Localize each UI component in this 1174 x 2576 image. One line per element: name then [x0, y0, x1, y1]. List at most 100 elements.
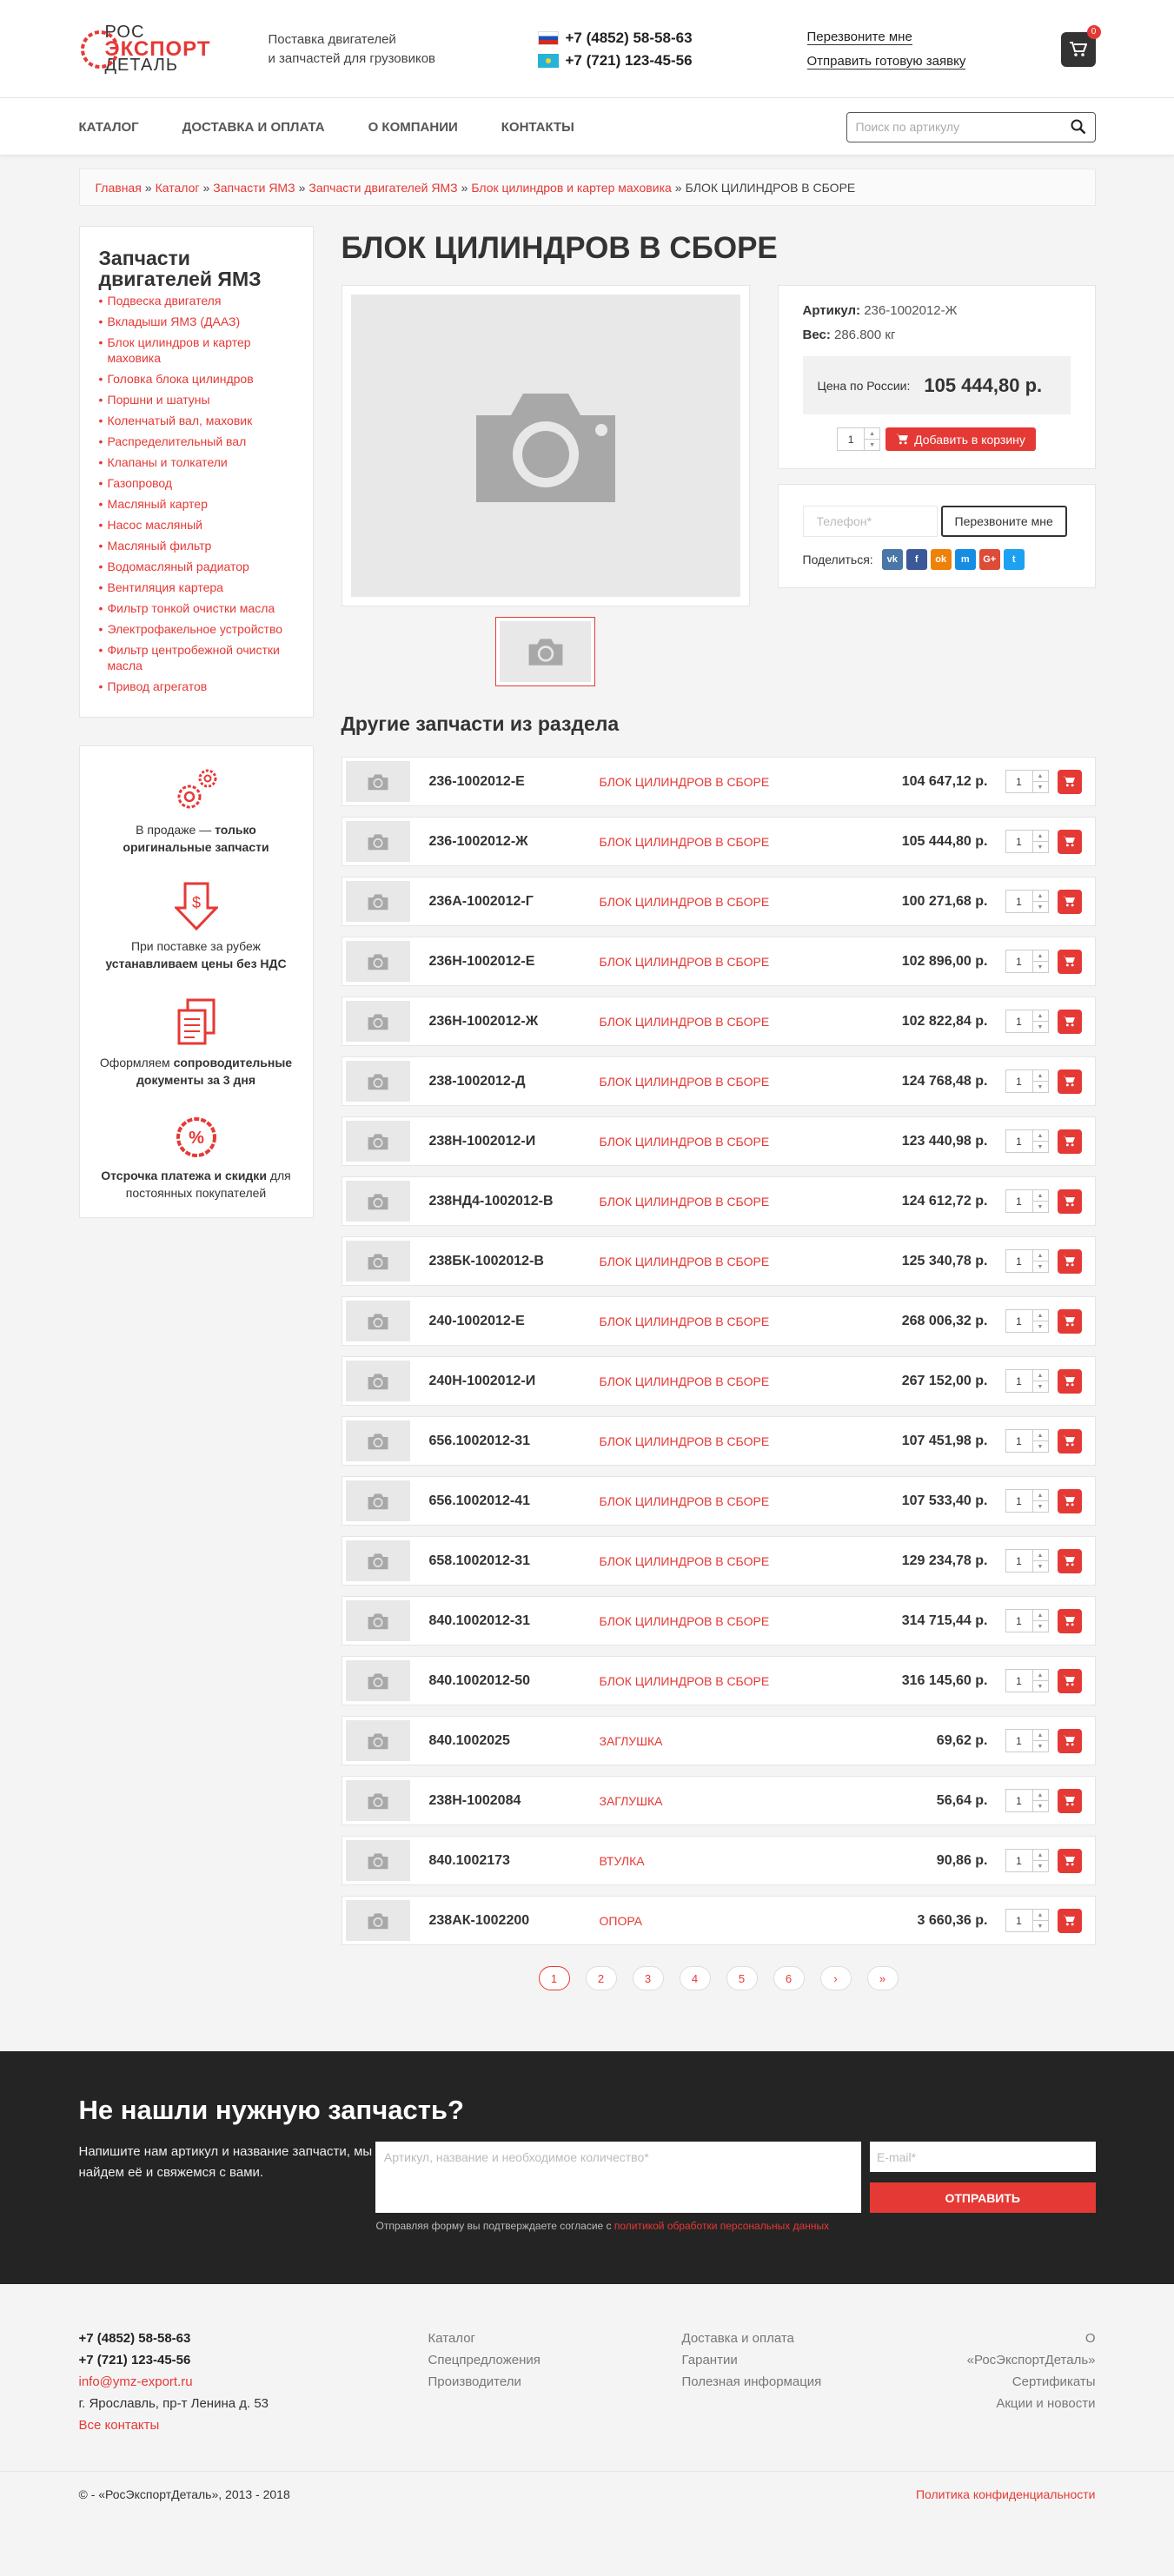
- part-name-link[interactable]: БЛОК ЦИЛИНДРОВ В СБОРЕ: [600, 1314, 826, 1328]
- qty-up-icon[interactable]: ▲: [1033, 1490, 1048, 1500]
- quantity-stepper[interactable]: 1 ▲ ▼: [1005, 1010, 1049, 1033]
- part-article-link[interactable]: 238БК-1002012-В: [429, 1254, 600, 1269]
- product-image[interactable]: [341, 285, 750, 606]
- part-name-link[interactable]: БЛОК ЦИЛИНДРОВ В СБОРЕ: [600, 1075, 826, 1089]
- breadcrumb-block[interactable]: Блок цилиндров и картер маховика: [471, 181, 671, 195]
- phone-ru-link[interactable]: +7 (4852) 58-58-63: [566, 27, 693, 50]
- breadcrumb-engine-parts[interactable]: Запчасти двигателей ЯМЗ: [308, 181, 457, 195]
- qty-down-icon[interactable]: ▼: [1032, 1081, 1048, 1092]
- part-name-link[interactable]: БЛОК ЦИЛИНДРОВ В СБОРЕ: [600, 1015, 826, 1029]
- qty-down-icon[interactable]: ▼: [1032, 841, 1048, 852]
- email-field[interactable]: [869, 2142, 1096, 2172]
- add-to-cart-button[interactable]: [1057, 1308, 1082, 1334]
- page-link[interactable]: 2: [585, 1966, 617, 1990]
- qty-up-icon[interactable]: ▲: [1033, 1430, 1048, 1440]
- quantity-stepper[interactable]: 1 ▲ ▼: [1005, 1909, 1049, 1932]
- part-article-link[interactable]: 236Н-1002012-Ж: [429, 1014, 600, 1030]
- footer-link-catalog[interactable]: Каталог: [428, 2331, 476, 2346]
- sidebar-item[interactable]: Газопровод: [99, 475, 294, 491]
- site-logo[interactable]: РОС ЭКСПОРТ ДЕТАЛЬ: [79, 19, 262, 80]
- add-to-cart-button[interactable]: [1057, 889, 1082, 914]
- part-image[interactable]: [345, 1780, 410, 1821]
- quantity-value[interactable]: 1: [1006, 1250, 1032, 1272]
- qty-down-icon[interactable]: ▼: [1032, 1680, 1048, 1692]
- cart-button[interactable]: 0: [1060, 24, 1101, 67]
- add-to-cart-button[interactable]: [1057, 1548, 1082, 1573]
- quantity-stepper[interactable]: 1 ▲ ▼: [1005, 1609, 1049, 1632]
- nav-catalog[interactable]: Каталог: [79, 120, 139, 135]
- add-to-cart-button[interactable]: [1057, 1129, 1082, 1154]
- part-image[interactable]: [345, 1061, 410, 1102]
- quantity-value[interactable]: 1: [1006, 950, 1032, 972]
- page-link[interactable]: 4: [679, 1966, 711, 1990]
- part-name-link[interactable]: БЛОК ЦИЛИНДРОВ В СБОРЕ: [600, 835, 826, 849]
- part-article-link[interactable]: 840.1002012-31: [429, 1613, 600, 1629]
- part-article-link[interactable]: 238Н-1002012-И: [429, 1134, 600, 1149]
- quantity-stepper[interactable]: 1 ▲ ▼: [837, 427, 881, 451]
- sidebar-item[interactable]: Вкладыши ЯМЗ (ДААЗ): [99, 314, 294, 329]
- qty-down-icon[interactable]: ▼: [1032, 1740, 1048, 1752]
- qty-up-icon[interactable]: ▲: [1033, 771, 1048, 781]
- qty-down-icon[interactable]: ▼: [1032, 901, 1048, 912]
- sidebar-item[interactable]: Подвеска двигателя: [99, 293, 294, 308]
- footer-link-manufacturers[interactable]: Производители: [428, 2374, 521, 2389]
- part-name-link[interactable]: БЛОК ЦИЛИНДРОВ В СБОРЕ: [600, 895, 826, 909]
- sidebar-item[interactable]: Поршни и шатуны: [99, 392, 294, 407]
- add-to-cart-button[interactable]: [1057, 1248, 1082, 1274]
- quantity-value[interactable]: 1: [1006, 1370, 1032, 1392]
- qty-down-icon[interactable]: ▼: [1032, 1321, 1048, 1332]
- part-image[interactable]: [345, 1900, 410, 1941]
- qty-up-icon[interactable]: ▲: [1033, 891, 1048, 901]
- page-link[interactable]: 5: [726, 1966, 758, 1990]
- quantity-value[interactable]: 1: [1006, 1070, 1032, 1092]
- sidebar-item[interactable]: Фильтр тонкой очистки масла: [99, 600, 294, 616]
- qty-up-icon[interactable]: ▲: [1033, 1310, 1048, 1321]
- footer-link-guarantee[interactable]: Гарантии: [682, 2353, 738, 2367]
- qty-down-icon[interactable]: ▼: [1032, 1920, 1048, 1931]
- breadcrumb-home[interactable]: Главная: [96, 181, 142, 195]
- breadcrumb-ymz-parts[interactable]: Запчасти ЯМЗ: [213, 181, 295, 195]
- nav-about[interactable]: О компании: [368, 120, 458, 135]
- page-link[interactable]: 1: [538, 1966, 570, 1990]
- quantity-value[interactable]: 1: [1006, 1190, 1032, 1212]
- quantity-value[interactable]: 1: [1006, 1550, 1032, 1572]
- quantity-value[interactable]: 1: [1006, 1130, 1032, 1152]
- quantity-value[interactable]: 1: [1006, 1430, 1032, 1452]
- qty-down-icon[interactable]: ▼: [1032, 1800, 1048, 1811]
- page-link[interactable]: »: [866, 1966, 899, 1990]
- quantity-stepper[interactable]: 1 ▲ ▼: [1005, 890, 1049, 913]
- sidebar-item[interactable]: Электрофакельное устройство: [99, 621, 294, 637]
- qty-down-icon[interactable]: ▼: [1032, 1201, 1048, 1212]
- submit-button[interactable]: Отправить: [869, 2182, 1096, 2213]
- sidebar-item[interactable]: Водомасляный радиатор: [99, 559, 294, 574]
- qty-up-icon[interactable]: ▲: [1033, 1730, 1048, 1740]
- part-article-link[interactable]: 656.1002012-41: [429, 1493, 600, 1509]
- part-name-link[interactable]: БЛОК ЦИЛИНДРОВ В СБОРЕ: [600, 1195, 826, 1209]
- part-image[interactable]: [345, 1361, 410, 1401]
- part-name-link[interactable]: ВТУЛКА: [600, 1854, 826, 1868]
- part-name-link[interactable]: БЛОК ЦИЛИНДРОВ В СБОРЕ: [600, 1374, 826, 1388]
- add-to-cart-button[interactable]: [1057, 1009, 1082, 1034]
- qty-up-icon[interactable]: ▲: [1033, 831, 1048, 841]
- part-article-link[interactable]: 840.1002173: [429, 1853, 600, 1869]
- request-textarea[interactable]: [375, 2142, 861, 2213]
- quantity-stepper[interactable]: 1 ▲ ▼: [1005, 1069, 1049, 1093]
- product-thumbnail[interactable]: [495, 617, 595, 686]
- callback-link[interactable]: Перезвоните мне: [806, 29, 912, 45]
- sidebar-item[interactable]: Коленчатый вал, маховик: [99, 413, 294, 428]
- qty-up-icon[interactable]: ▲: [1033, 1370, 1048, 1381]
- qty-down-icon[interactable]: ▼: [1032, 781, 1048, 792]
- part-article-link[interactable]: 240Н-1002012-И: [429, 1374, 600, 1389]
- part-name-link[interactable]: БЛОК ЦИЛИНДРОВ В СБОРЕ: [600, 1135, 826, 1149]
- quantity-value[interactable]: 1: [1006, 1670, 1032, 1692]
- part-name-link[interactable]: ЗАГЛУШКА: [600, 1734, 826, 1748]
- quantity-value[interactable]: 1: [1006, 1910, 1032, 1931]
- part-article-link[interactable]: 656.1002012-31: [429, 1434, 600, 1449]
- quantity-value[interactable]: 1: [1006, 1730, 1032, 1752]
- qty-down-icon[interactable]: ▼: [1032, 1860, 1048, 1871]
- part-image[interactable]: [345, 1001, 410, 1042]
- part-name-link[interactable]: ОПОРА: [600, 1914, 826, 1928]
- part-article-link[interactable]: 236А-1002012-Г: [429, 894, 600, 910]
- qty-up-icon[interactable]: ▲: [1033, 950, 1048, 961]
- part-image[interactable]: [345, 1720, 410, 1761]
